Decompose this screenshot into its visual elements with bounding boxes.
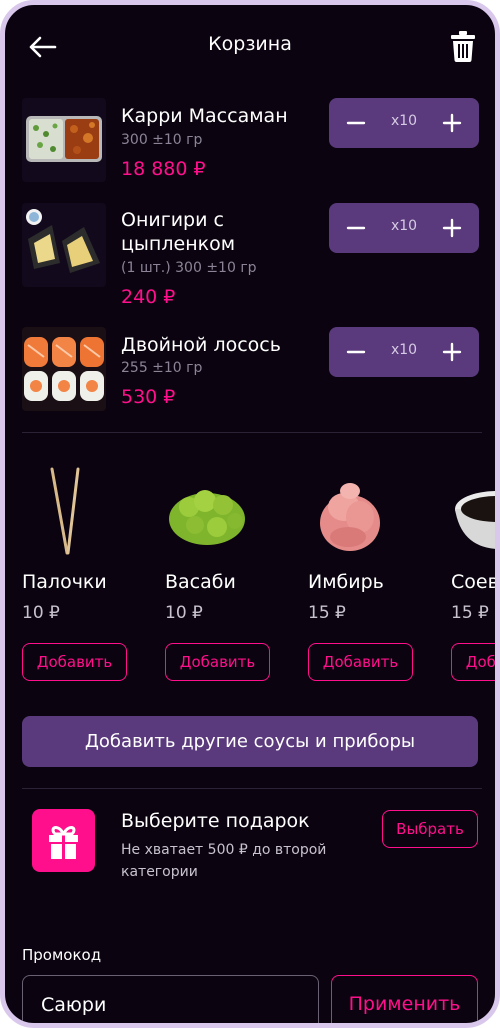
promo-label: Промокод: [22, 946, 102, 964]
addon-name: Васаби: [165, 571, 236, 593]
addon-name: Имбирь: [308, 571, 384, 593]
cart-item: Двойной лосось 255 ±10 гр 530 ₽ x10: [22, 327, 482, 417]
cart-screen: Корзина Карри Массаман 300 ±10 гр 18 880…: [0, 0, 500, 1028]
add-sauces-button[interactable]: Добавить другие соусы и приборы: [22, 716, 478, 767]
item-weight: 300 ±10 гр: [121, 132, 203, 148]
promo-code-input[interactable]: Саюри: [22, 975, 319, 1023]
add-addon-button[interactable]: Добавить: [165, 643, 270, 681]
addon-card: Соевый соус 15 ₽ Добавить: [451, 467, 499, 687]
item-weight: (1 шт.) 300 ±10 гр: [121, 260, 257, 276]
item-price: 530 ₽: [121, 386, 176, 408]
gift-badge: [32, 809, 95, 872]
gift-description: Не хватает 500 ₽ до второй категории: [121, 842, 327, 880]
trash-icon[interactable]: [449, 29, 477, 63]
divider: [22, 432, 482, 433]
ginger-image: [320, 483, 380, 551]
curry-image: [22, 98, 106, 182]
addon-name: Палочки: [22, 571, 107, 593]
onigiri-image: [22, 203, 106, 287]
quantity-stepper: x10: [329, 98, 479, 148]
add-addon-button[interactable]: Добавить: [308, 643, 413, 681]
plus-icon[interactable]: [439, 110, 465, 136]
plus-icon[interactable]: [439, 215, 465, 241]
addon-name: Соевый соус: [451, 571, 499, 593]
item-price: 18 880 ₽: [121, 158, 206, 180]
gift-icon: [49, 826, 78, 859]
item-price: 240 ₽: [121, 286, 176, 308]
quantity-stepper: x10: [329, 203, 479, 253]
gift-title: Выберите подарок: [121, 810, 310, 832]
divider: [22, 788, 482, 789]
add-addon-button[interactable]: Добавить: [451, 643, 495, 681]
addon-price: 10 ₽: [22, 603, 60, 623]
addon-price: 15 ₽: [308, 603, 346, 623]
item-name: Двойной лосось: [121, 334, 281, 356]
soy-sauce-image: [455, 491, 495, 549]
plus-icon[interactable]: [439, 339, 465, 365]
salmon-roll-image: [22, 327, 106, 411]
addon-price: 10 ₽: [165, 603, 203, 623]
wasabi-image: [169, 490, 245, 545]
addon-price: 15 ₽: [451, 603, 489, 623]
addon-card: Васаби 10 ₽ Добавить: [165, 467, 285, 687]
addon-card: Палочки 10 ₽ Добавить: [22, 467, 142, 687]
apply-promo-button[interactable]: Применить: [331, 975, 478, 1023]
page-title: Корзина: [208, 33, 292, 55]
quantity-stepper: x10: [329, 327, 479, 377]
header: Корзина: [5, 27, 495, 67]
cart-item: Карри Массаман 300 ±10 гр 18 880 ₽ x10: [22, 98, 482, 188]
chopsticks-image: [50, 467, 80, 555]
add-addon-button[interactable]: Добавить: [22, 643, 127, 681]
cart-item: Онигири с цыпленком (1 шт.) 300 ±10 гр 2…: [22, 203, 482, 308]
choose-gift-button[interactable]: Выбрать: [382, 810, 478, 848]
item-weight: 255 ±10 гр: [121, 360, 203, 376]
item-name: Карри Массаман: [121, 105, 288, 127]
addon-card: Имбирь 15 ₽ Добавить: [308, 467, 428, 687]
item-name: Онигири с цыпленком: [121, 209, 236, 255]
